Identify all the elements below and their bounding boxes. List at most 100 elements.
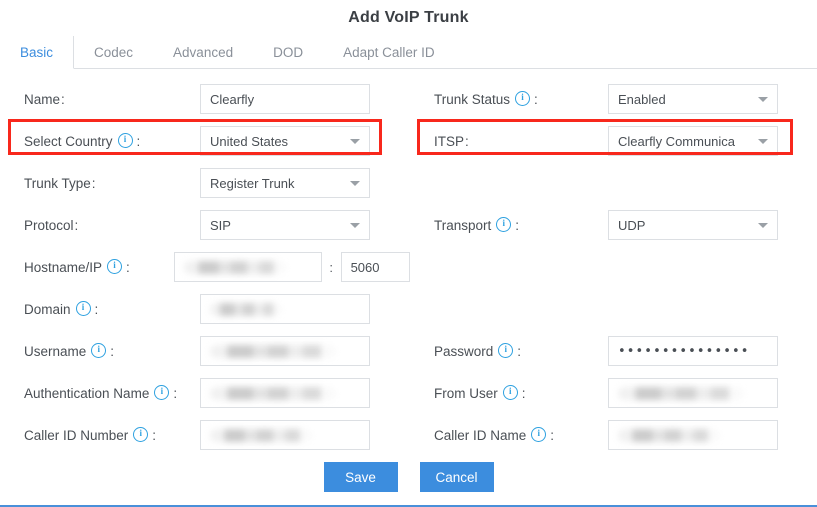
trunk-type-select[interactable]: Register Trunk [200,168,370,198]
field-select-country-label-text: Select Country [24,133,113,149]
field-trunk-type-colon: : [91,175,96,191]
tab-adapt-caller-id-label: Adapt Caller ID [343,44,435,60]
name-input-value: Clearfly [210,91,255,107]
field-from-user: From User i : [410,378,817,408]
field-transport-colon: : [515,217,520,233]
username-input[interactable] [200,336,370,366]
field-protocol-label-text: Protocol [24,217,74,233]
info-icon[interactable]: i [502,384,518,400]
field-transport: Transport i : UDP [410,210,817,240]
field-transport-label-text: Transport [434,217,492,233]
trunk-status-value: Enabled [618,91,666,107]
chevron-down-icon [350,139,360,144]
domain-input[interactable] [200,294,370,324]
field-authentication-name-label: Authentication Name i : [24,384,200,401]
transport-value: UDP [618,217,646,233]
field-domain-label-text: Domain [24,301,71,317]
field-itsp-label: ITSP : [434,134,608,149]
redacted-value [618,386,744,400]
redacted-value [618,428,720,442]
field-username-colon: : [110,343,115,359]
dialog-footer: Save Cancel [0,462,817,492]
chevron-down-icon [758,223,768,228]
chevron-down-icon [350,181,360,186]
redacted-value [210,344,336,358]
field-itsp: ITSP : Clearfly Communica [410,126,817,156]
field-domain-colon: : [94,301,99,317]
info-icon[interactable]: i [496,216,512,232]
trunk-type-value: Register Trunk [210,175,295,191]
field-caller-id-number-label-text: Caller ID Number [24,427,129,443]
field-password-label-text: Password [434,343,494,359]
password-input[interactable]: ••••••••••••••• [608,336,778,366]
host-port-separator: : [329,259,333,275]
cancel-button[interactable]: Cancel [419,462,494,492]
info-icon[interactable]: i [107,258,123,274]
name-input[interactable]: Clearfly [200,84,370,114]
caller-id-number-input[interactable] [200,420,370,450]
field-hostname-ip-label: Hostname/IP i : [24,258,174,275]
info-icon[interactable]: i [531,426,547,442]
field-select-country-label: Select Country i : [24,132,200,149]
field-password: Password i : ••••••••••••••• [410,336,817,366]
itsp-select[interactable]: Clearfly Communica [608,126,778,156]
field-trunk-status-label: Trunk Status i : [434,90,608,107]
info-icon[interactable]: i [75,300,91,316]
field-authentication-name-label-text: Authentication Name [24,385,150,401]
field-trunk-status-label-text: Trunk Status [434,91,511,107]
authentication-name-input[interactable] [200,378,370,408]
protocol-value: SIP [210,217,231,233]
transport-select[interactable]: UDP [608,210,778,240]
field-name-label: Name : [24,92,200,107]
field-name: Name : Clearfly [0,84,410,114]
field-caller-id-name-colon: : [550,427,555,443]
field-domain-label: Domain i : [24,300,200,317]
field-name-label-text: Name [24,91,61,107]
field-protocol-label: Protocol : [24,218,200,233]
tab-dod[interactable]: DOD [253,36,323,68]
field-password-label: Password i : [434,342,608,359]
info-icon[interactable]: i [515,90,531,106]
field-username: Username i : [0,336,410,366]
caller-id-name-input[interactable] [608,420,778,450]
field-hostname-ip: Hostname/IP i : : 5060 [0,252,410,282]
form-row-protocol-transport: Protocol : SIP Transport i : UDP [0,204,817,246]
password-masked-value: ••••••••••••••• [618,343,750,359]
field-select-country-colon: : [136,133,141,149]
tab-dod-label: DOD [273,44,304,60]
info-icon[interactable]: i [133,426,149,442]
trunk-status-select[interactable]: Enabled [608,84,778,114]
save-button[interactable]: Save [323,462,398,492]
tab-basic[interactable]: Basic [0,36,75,69]
field-caller-id-name-label: Caller ID Name i : [434,426,608,443]
select-country-value: United States [210,133,289,149]
field-trunk-type-label: Trunk Type : [24,176,200,191]
form-row-trunk-type: Trunk Type : Register Trunk [0,162,817,204]
info-icon[interactable]: i [91,342,107,358]
field-hostname-ip-label-text: Hostname/IP [24,259,103,275]
tab-advanced[interactable]: Advanced [153,36,253,68]
from-user-input[interactable] [608,378,778,408]
info-icon[interactable]: i [117,132,133,148]
tab-codec-label: Codec [94,44,134,60]
form-row-domain: Domain i : [0,288,817,330]
field-caller-id-name-label-text: Caller ID Name [434,427,527,443]
chevron-down-icon [758,97,768,102]
info-icon[interactable]: i [154,384,170,400]
hostname-ip-input[interactable] [173,252,322,282]
field-domain: Domain i : [0,294,410,324]
field-username-label: Username i : [24,342,200,359]
page-title: Add VoIP Trunk [348,9,469,26]
field-hostname-ip-colon: : [126,259,130,275]
tab-codec[interactable]: Codec [74,36,153,68]
select-country-select[interactable]: United States [200,126,370,156]
tab-adapt-caller-id[interactable]: Adapt Caller ID [323,36,455,68]
form-row-country-itsp: Select Country i : United States ITSP : … [0,120,817,162]
info-icon[interactable]: i [498,342,514,358]
basic-form: Name : Clearfly Trunk Status i : Enabled… [0,69,817,456]
protocol-select[interactable]: SIP [200,210,370,240]
redacted-value [183,260,286,274]
field-authentication-name: Authentication Name i : [0,378,410,408]
port-input[interactable]: 5060 [340,252,410,282]
field-protocol: Protocol : SIP [0,210,410,240]
